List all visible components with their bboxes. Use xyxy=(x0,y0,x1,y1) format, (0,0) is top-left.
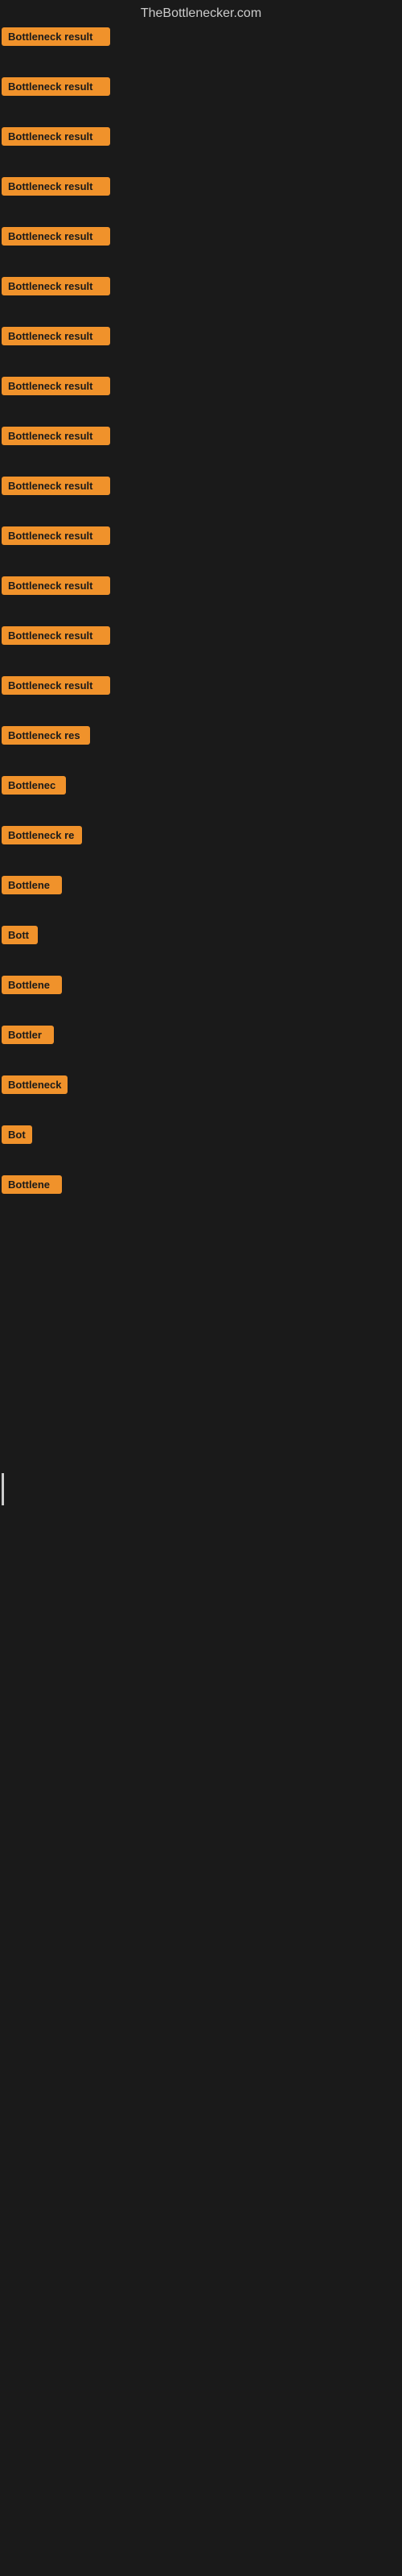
site-title: TheBottlenecker.com xyxy=(0,0,402,24)
bottleneck-badge[interactable]: Bottleneck result xyxy=(2,477,110,495)
bottleneck-badge[interactable]: Bottleneck result xyxy=(2,427,110,445)
list-item: Bottleneck result xyxy=(0,274,402,303)
bottleneck-badge[interactable]: Bottleneck result xyxy=(2,277,110,295)
list-item: Bottleneck result xyxy=(0,174,402,203)
bottleneck-list: Bottleneck result Bottleneck result Bott… xyxy=(0,24,402,1201)
list-item: Bottlenec xyxy=(0,773,402,802)
bottleneck-badge[interactable]: Bottleneck result xyxy=(2,177,110,196)
list-item: Bottleneck result xyxy=(0,573,402,602)
list-item: Bottleneck result xyxy=(0,124,402,153)
bottleneck-badge[interactable]: Bottlene xyxy=(2,976,62,994)
list-item: Bottleneck result xyxy=(0,24,402,53)
list-item: Bottleneck result xyxy=(0,673,402,702)
list-item: Bottleneck result xyxy=(0,74,402,103)
page-container: TheBottlenecker.com Bottleneck result Bo… xyxy=(0,0,402,1996)
bottleneck-badge[interactable]: Bottleneck result xyxy=(2,576,110,595)
list-item: Bottleneck result xyxy=(0,224,402,253)
list-item: Bottlene xyxy=(0,1172,402,1201)
list-item: Bottleneck res xyxy=(0,723,402,752)
list-item: Bottleneck result xyxy=(0,324,402,353)
list-item: Bottleneck result xyxy=(0,623,402,652)
bottleneck-badge[interactable]: Bottlenec xyxy=(2,776,66,795)
cursor-area xyxy=(0,1449,402,1513)
list-item: Bottler xyxy=(0,1022,402,1051)
list-item: Bott xyxy=(0,923,402,952)
list-item: Bottleneck result xyxy=(0,523,402,552)
bottleneck-badge[interactable]: Bottleneck re xyxy=(2,826,82,844)
list-item: Bottleneck result xyxy=(0,374,402,402)
list-item: Bottlene xyxy=(0,972,402,1001)
bottleneck-badge[interactable]: Bottleneck result xyxy=(2,327,110,345)
empty-space-2 xyxy=(0,1513,402,1755)
empty-space-3 xyxy=(0,1755,402,1996)
bottleneck-badge[interactable]: Bottleneck result xyxy=(2,377,110,395)
bottleneck-badge[interactable]: Bottleneck result xyxy=(2,127,110,146)
bottleneck-badge[interactable]: Bottleneck result xyxy=(2,676,110,695)
list-item: Bottleneck result xyxy=(0,423,402,452)
list-item: Bottlene xyxy=(0,873,402,902)
list-item: Bottleneck xyxy=(0,1072,402,1101)
bottleneck-badge[interactable]: Bottler xyxy=(2,1026,54,1044)
bottleneck-badge[interactable]: Bottleneck result xyxy=(2,77,110,96)
list-item: Bottleneck result xyxy=(0,473,402,502)
bottleneck-badge[interactable]: Bottlene xyxy=(2,1175,62,1194)
bottleneck-badge[interactable]: Bott xyxy=(2,926,38,944)
bottleneck-badge[interactable]: Bot xyxy=(2,1125,32,1144)
list-item: Bot xyxy=(0,1122,402,1151)
bottleneck-badge[interactable]: Bottleneck res xyxy=(2,726,90,745)
bottleneck-badge[interactable]: Bottlene xyxy=(2,876,62,894)
bottleneck-badge[interactable]: Bottleneck result xyxy=(2,526,110,545)
cursor-indicator xyxy=(2,1473,4,1505)
empty-space xyxy=(0,1208,402,1449)
bottleneck-badge[interactable]: Bottleneck xyxy=(2,1075,68,1094)
bottleneck-badge[interactable]: Bottleneck result xyxy=(2,227,110,246)
bottleneck-badge[interactable]: Bottleneck result xyxy=(2,27,110,46)
list-item: Bottleneck re xyxy=(0,823,402,852)
bottleneck-badge[interactable]: Bottleneck result xyxy=(2,626,110,645)
